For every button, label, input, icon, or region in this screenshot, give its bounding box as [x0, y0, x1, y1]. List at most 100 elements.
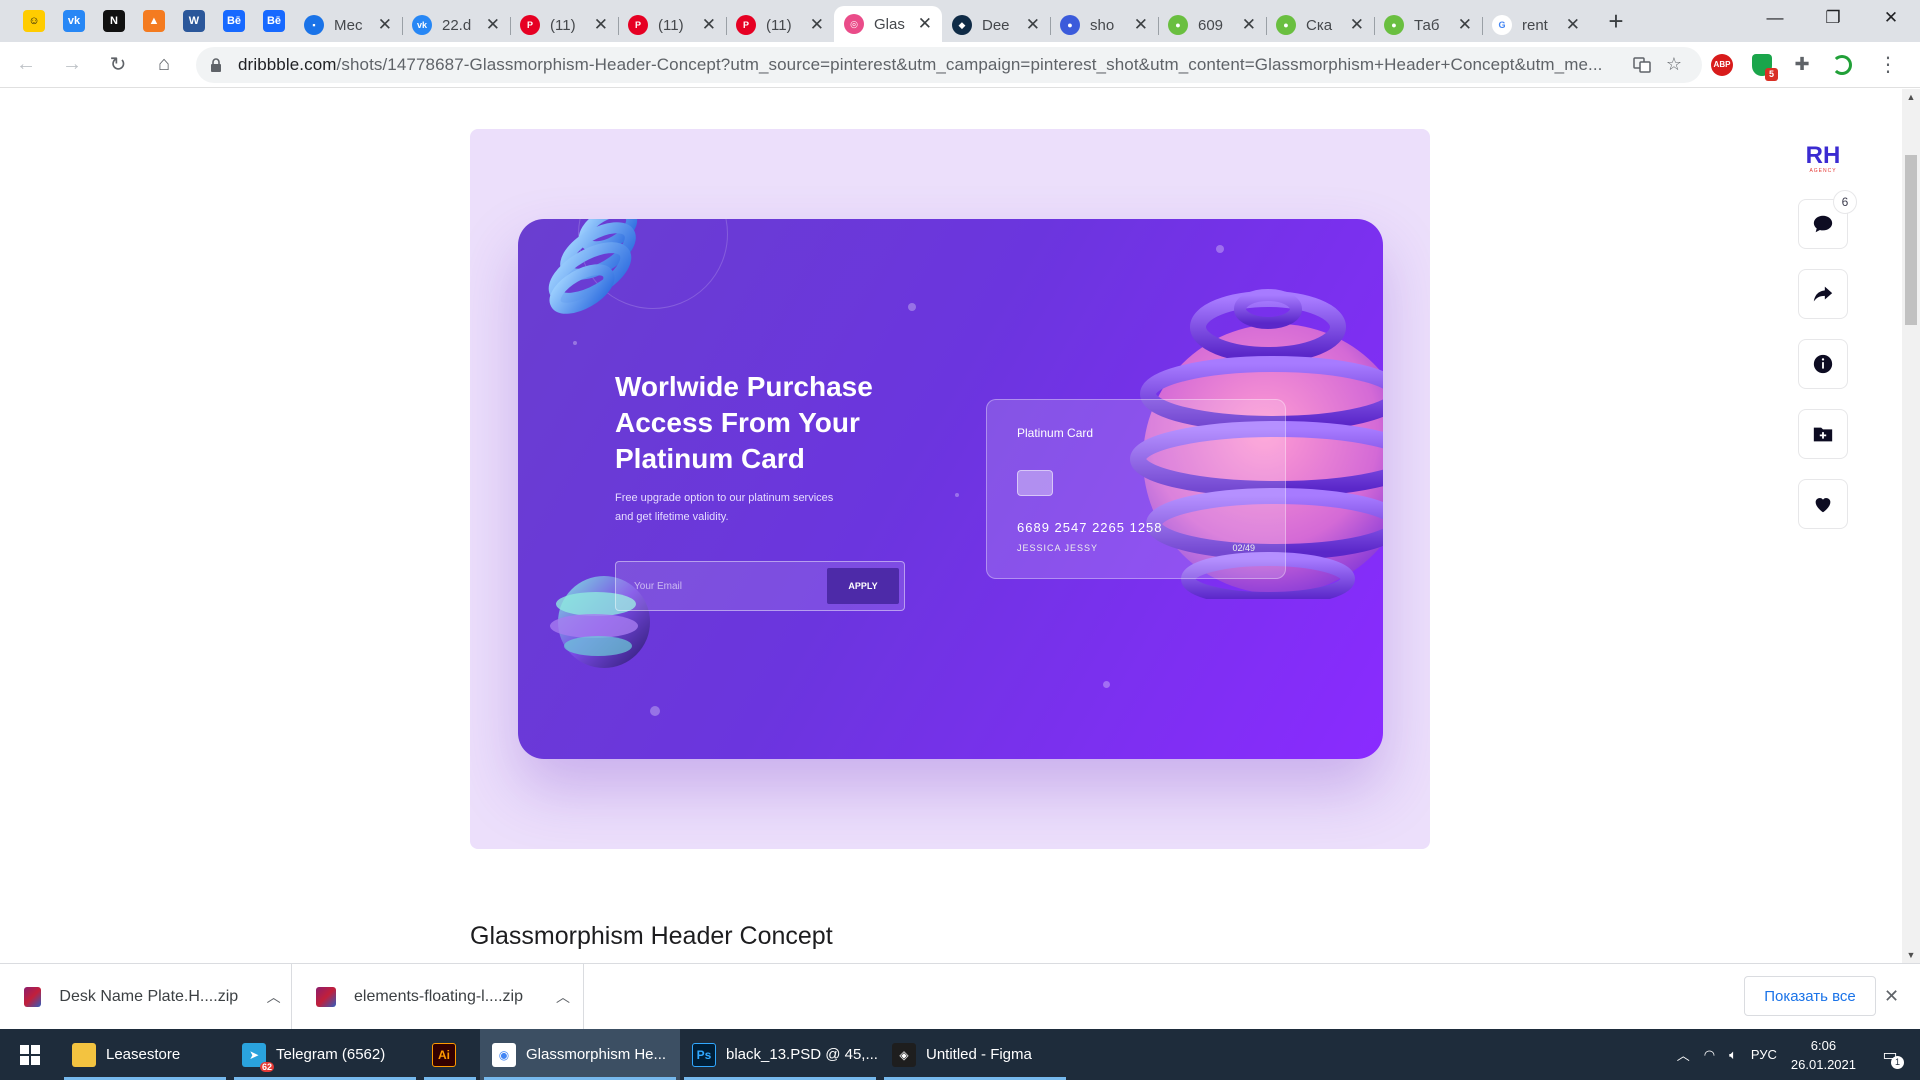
tab[interactable]: Grent ✕: [1482, 8, 1590, 42]
pinned-tab[interactable]: vk: [54, 3, 94, 39]
lock-icon[interactable]: [208, 57, 224, 73]
close-tab-icon[interactable]: ✕: [486, 15, 500, 35]
scroll-down-arrow[interactable]: ▼: [1902, 947, 1920, 963]
wifi-icon[interactable]: ◠: [1704, 1047, 1715, 1063]
tab[interactable]: vk 22.d ✕: [402, 8, 510, 42]
share-button[interactable]: [1798, 269, 1848, 319]
tab[interactable]: P (11) ✕: [726, 8, 834, 42]
url-text[interactable]: dribbble.com/shots/14778687-Glassmorphis…: [238, 55, 1626, 75]
comments-button[interactable]: 6: [1798, 190, 1857, 249]
page-scrollbar[interactable]: ▲ ▼: [1902, 89, 1920, 963]
close-tab-icon[interactable]: ✕: [1566, 15, 1580, 35]
back-button[interactable]: ←: [6, 45, 46, 85]
minimize-button[interactable]: —: [1746, 0, 1804, 36]
shot-preview[interactable]: Worlwide Purchase Access From Your Plati…: [470, 129, 1430, 849]
forward-button[interactable]: →: [52, 45, 92, 85]
pinned-tab[interactable]: ▲: [134, 3, 174, 39]
taskbar-app[interactable]: ◈ Untitled - Figma: [880, 1029, 1070, 1080]
tab[interactable]: P (11) ✕: [510, 8, 618, 42]
clock[interactable]: 6:06 26.01.2021: [1791, 1036, 1856, 1074]
restore-button[interactable]: ❐: [1804, 0, 1862, 36]
close-tab-icon[interactable]: ✕: [1242, 15, 1256, 35]
download-filename[interactable]: elements-floating-l....zip: [354, 988, 525, 1006]
sync-extension[interactable]: [1822, 45, 1862, 85]
close-tab-icon[interactable]: ✕: [1026, 15, 1040, 35]
security-extension[interactable]: 5: [1742, 45, 1782, 85]
close-tab-icon[interactable]: ✕: [1134, 15, 1148, 35]
pinned-tab[interactable]: Bē: [254, 3, 294, 39]
tab[interactable]: ● Ска ✕: [1266, 8, 1374, 42]
action-center-button[interactable]: ▭ 1: [1870, 1035, 1910, 1075]
taskbar-app[interactable]: Ps black_13.PSD @ 45,...: [680, 1029, 880, 1080]
address-bar[interactable]: dribbble.com/shots/14778687-Glassmorphis…: [196, 46, 1702, 83]
close-tab-icon[interactable]: ✕: [378, 15, 392, 35]
designer-avatar[interactable]: RH AGENCY: [1798, 139, 1848, 179]
tab-title: sho: [1090, 16, 1115, 34]
tab[interactable]: ● sho ✕: [1050, 8, 1158, 42]
tab[interactable]: ◆ Dee ✕: [942, 8, 1050, 42]
tab-title: Мес: [334, 16, 363, 34]
close-tab-icon[interactable]: ✕: [918, 14, 932, 34]
new-tab-button[interactable]: +: [1596, 0, 1636, 42]
download-filename[interactable]: Desk Name Plate.H....zip: [59, 988, 238, 1006]
extensions-button[interactable]: ✚: [1782, 45, 1822, 85]
page-viewport: Worlwide Purchase Access From Your Plati…: [0, 89, 1920, 963]
pinned-tab[interactable]: W: [174, 3, 214, 39]
tab-title: (11): [658, 16, 684, 34]
puzzle-icon: ✚: [1794, 54, 1810, 74]
tab-title: 609: [1198, 16, 1224, 34]
apply-button: APPLY: [827, 568, 899, 604]
scrollbar-thumb[interactable]: [1905, 155, 1917, 325]
taskbar-app[interactable]: ◉ Glassmorphism He...: [480, 1029, 680, 1080]
taskbar-app[interactable]: ➤ 62 Telegram (6562): [230, 1029, 420, 1080]
chevron-up-icon[interactable]: ︿: [256, 987, 291, 1007]
vk-icon: vk: [63, 10, 85, 32]
pinned-tab[interactable]: ☺: [14, 3, 54, 39]
decor-dot: [650, 706, 660, 716]
tab[interactable]: ● 609 ✕: [1158, 8, 1266, 42]
language-indicator[interactable]: РУС: [1751, 1047, 1777, 1062]
close-tab-icon[interactable]: ✕: [810, 15, 824, 35]
pinterest-icon: P: [628, 15, 648, 35]
scroll-up-arrow[interactable]: ▲: [1902, 89, 1920, 105]
card-chip-icon: [1017, 470, 1053, 496]
card-name: Platinum Card: [1017, 426, 1094, 440]
adblock-extension[interactable]: ABP: [1702, 45, 1742, 85]
translate-icon[interactable]: [1626, 49, 1658, 81]
add-to-collection-button[interactable]: [1798, 409, 1848, 459]
download-item[interactable]: elements-floating-l....zip ︿: [292, 963, 584, 1030]
tab[interactable]: P (11) ✕: [618, 8, 726, 42]
chevron-up-icon[interactable]: ︿: [1677, 1045, 1690, 1064]
chevron-up-icon[interactable]: ︿: [543, 987, 583, 1007]
close-icon[interactable]: ✕: [1884, 986, 1899, 1007]
tab-active[interactable]: ◎ Glas ✕: [834, 6, 942, 42]
pinned-tabs: ☺ vk N ▲ W Bē Bē: [0, 0, 294, 42]
tab[interactable]: ● Таб ✕: [1374, 8, 1482, 42]
telegram-icon: ➤ 62: [242, 1042, 274, 1072]
pinned-tab[interactable]: Bē: [214, 3, 254, 39]
download-item[interactable]: Desk Name Plate.H....zip ︿: [0, 963, 292, 1030]
info-button[interactable]: [1798, 339, 1848, 389]
reload-button[interactable]: ↻: [98, 45, 138, 85]
archive-icon: [24, 986, 42, 1007]
hero-heading-line: Worlwide Purchase: [615, 371, 873, 402]
tab[interactable]: ▪ Мес ✕: [294, 8, 402, 42]
home-button[interactable]: ⌂: [144, 45, 184, 85]
volume-icon[interactable]: 🔈︎: [1729, 1047, 1737, 1063]
bookmark-star-icon[interactable]: ☆: [1658, 49, 1690, 81]
close-window-button[interactable]: ✕: [1862, 0, 1920, 36]
close-tab-icon[interactable]: ✕: [1458, 15, 1472, 35]
show-all-downloads-button[interactable]: Показать все: [1744, 976, 1876, 1016]
start-button[interactable]: [0, 1029, 60, 1080]
close-tab-icon[interactable]: ✕: [702, 15, 716, 35]
pinned-tab[interactable]: N: [94, 3, 134, 39]
browser-menu-button[interactable]: ⋮: [1868, 45, 1908, 85]
tab-title: rent: [1522, 16, 1548, 34]
deepl-icon: ◆: [952, 15, 972, 35]
taskbar-app[interactable]: Ai: [420, 1029, 480, 1080]
taskbar-app[interactable]: ▮ Leasestore: [60, 1029, 230, 1080]
taskbar-app-label: Leasestore: [106, 1046, 181, 1063]
close-tab-icon[interactable]: ✕: [594, 15, 608, 35]
close-tab-icon[interactable]: ✕: [1350, 15, 1364, 35]
like-button[interactable]: [1798, 479, 1848, 529]
